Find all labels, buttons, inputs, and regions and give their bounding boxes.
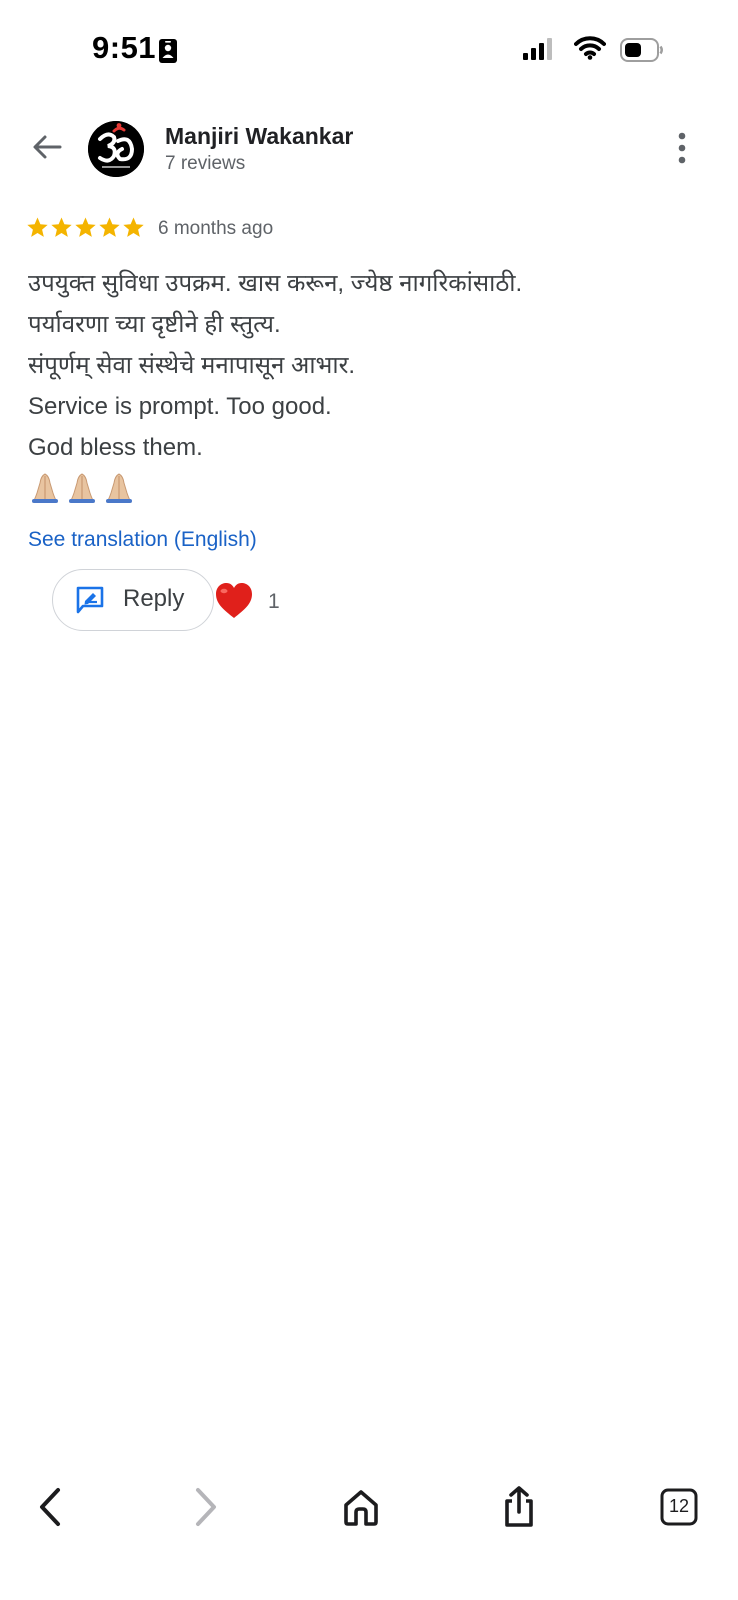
review-count: 7 reviews — [165, 153, 246, 174]
star-icon — [123, 217, 144, 237]
star-rating — [26, 216, 145, 239]
reply-button[interactable]: Reply — [52, 569, 214, 631]
star-icon — [51, 217, 72, 237]
avatar[interactable] — [88, 121, 144, 177]
star-icon — [99, 217, 120, 237]
review-time: 6 months ago — [158, 218, 274, 239]
folded-hands-icon — [69, 473, 95, 503]
tabs-count: 12 — [668, 1496, 690, 1516]
reaction-count: 1 — [268, 590, 280, 613]
status-time: 9:51 — [92, 30, 157, 65]
review-emoji-row — [28, 471, 136, 503]
reply-label: Reply — [123, 585, 185, 612]
cellular-signal-icon — [523, 38, 552, 60]
heart-reaction-icon[interactable] — [214, 582, 254, 620]
back-arrow-icon[interactable] — [30, 130, 64, 164]
contact-card-icon — [159, 39, 177, 63]
folded-hands-icon — [106, 473, 132, 503]
reviewer-name[interactable]: Manjiri Wakankar — [165, 123, 353, 150]
review-text: उपयुक्त सुविधा उपक्रम. खास करून, ज्येष्ठ… — [28, 263, 718, 468]
om-symbol-icon — [88, 121, 144, 177]
review-line: Service is prompt. Too good. — [28, 393, 332, 420]
review-line: संपूर्णम् सेवा संस्थेचे मनापासून आभार. — [28, 352, 356, 379]
star-icon — [27, 217, 48, 237]
forward-chevron-icon[interactable] — [182, 1485, 226, 1529]
battery-icon — [620, 38, 663, 62]
home-icon[interactable] — [339, 1485, 383, 1529]
reply-icon — [76, 586, 104, 614]
review-line: God bless them. — [28, 434, 203, 461]
see-translation-link[interactable]: See translation (English) — [28, 528, 257, 552]
more-vert-icon[interactable] — [670, 130, 694, 166]
wifi-icon — [574, 36, 606, 60]
review-line: पर्यावरणा च्या दृष्टीने ही स्तुत्य. — [28, 311, 281, 338]
back-chevron-icon[interactable] — [30, 1485, 74, 1529]
star-icon — [75, 217, 96, 237]
review-line: उपयुक्त सुविधा उपक्रम. खास करून, ज्येष्ठ… — [28, 270, 523, 297]
tabs-button[interactable]: 12 — [657, 1485, 701, 1529]
folded-hands-icon — [32, 473, 58, 503]
share-icon[interactable] — [497, 1485, 541, 1529]
